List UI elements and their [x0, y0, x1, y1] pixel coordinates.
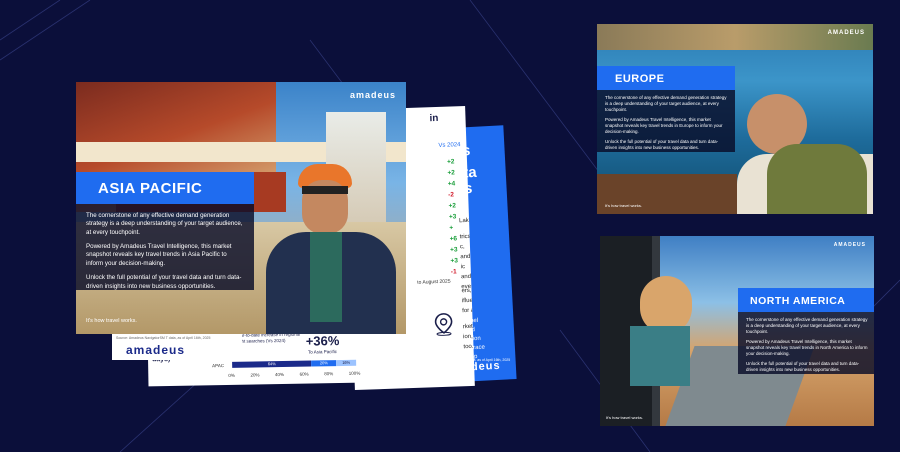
description-panel: The cornerstone of any effective demand …: [597, 90, 735, 152]
delta-value: +3: [450, 257, 459, 265]
x-tick: 0%: [228, 372, 235, 378]
delta-value: +: [449, 224, 454, 232]
description-panel: The cornerstone of any effective demand …: [76, 204, 254, 290]
source-note-2: Source: Amadeus NaviWide data, as of Apr…: [424, 358, 511, 362]
region-title: EUROPE: [597, 66, 735, 90]
map-pin-icon: [434, 313, 453, 336]
amadeus-logo: amadeus: [349, 90, 396, 100]
amadeus-logo: AMADEUS: [833, 242, 866, 248]
delta-value: -1: [450, 268, 457, 276]
paragraph: Powered by Amadeus Travel Intelligence, …: [746, 339, 868, 357]
stacked-bar: 64% 20% 16%: [232, 359, 357, 368]
delta-value: +6: [449, 235, 458, 243]
region-title: NORTH AMERICA: [738, 288, 874, 312]
bar-segment: 16%: [336, 359, 357, 367]
stat-value: +36%: [305, 333, 340, 349]
paragraph: The cornerstone of any effective demand …: [605, 95, 727, 113]
vs-label: Vs 2024: [438, 142, 461, 149]
paragraph: Unlock the full potential of your travel…: [86, 274, 242, 290]
delta-value: +3: [449, 246, 458, 254]
delta-value: +2: [447, 169, 455, 177]
paragraph: Unlock the full potential of your travel…: [746, 361, 860, 373]
tagline: It's how travel works.: [605, 203, 642, 208]
paragraph: The cornerstone of any effective demand …: [746, 317, 868, 335]
x-ticks: 0% 20% 40% 60% 80% 100%: [228, 371, 360, 378]
paragraph: Powered by Amadeus Travel Intelligence, …: [605, 117, 723, 135]
x-tick: 40%: [274, 371, 285, 378]
stat-sub: To Asia Pacific: [307, 349, 337, 355]
row-label: APAC: [212, 363, 225, 369]
asia-pacific-card: amadeus ASIA PACIFIC The cornerstone of …: [76, 82, 406, 334]
amadeus-logo: amadeus: [126, 343, 186, 357]
x-tick: 100%: [348, 370, 361, 376]
delta-value: -2: [448, 191, 455, 199]
region-title: ASIA PACIFIC: [76, 172, 254, 204]
bar-segment: 64%: [232, 360, 312, 368]
delta-value: +2: [446, 158, 455, 166]
description-panel: The cornerstone of any effective demand …: [738, 312, 874, 374]
north-america-card: AMADEUS NORTH AMERICA The cornerstone of…: [600, 236, 874, 426]
source-note: Source: Amadeus NavigatorSM T data, as o…: [116, 336, 211, 340]
x-tick: 60%: [299, 371, 309, 377]
fragment: ion, too.: [463, 333, 474, 351]
paragraph: Powered by Amadeus Travel Intelligence, …: [86, 243, 232, 267]
europe-card: AMADEUS EUROPE The cornerstone of any ef…: [597, 24, 873, 214]
delta-column: +2 +2 +4 -2 +2 +3 + +6 +3 +3 -1: [447, 156, 459, 277]
paragraph: The cornerstone of any effective demand …: [86, 212, 243, 236]
header-fragment: in: [429, 112, 439, 125]
tagline: It's how travel works.: [86, 318, 137, 324]
x-tick: 20%: [250, 372, 260, 378]
date-note: to August 2025: [417, 278, 451, 286]
bar-segment: 20%: [311, 360, 337, 367]
paragraph: Unlock the full potential of your travel…: [605, 139, 719, 151]
delta-value: +3: [448, 213, 457, 221]
delta-value: +2: [448, 202, 457, 210]
amadeus-logo: AMADEUS: [827, 30, 865, 36]
tagline: It's how travel works.: [606, 415, 643, 420]
x-tick: 80%: [324, 371, 334, 377]
delta-value: +4: [447, 180, 456, 188]
asia-footer: Source: Amadeus NavigatorSM T data, as o…: [112, 334, 242, 360]
